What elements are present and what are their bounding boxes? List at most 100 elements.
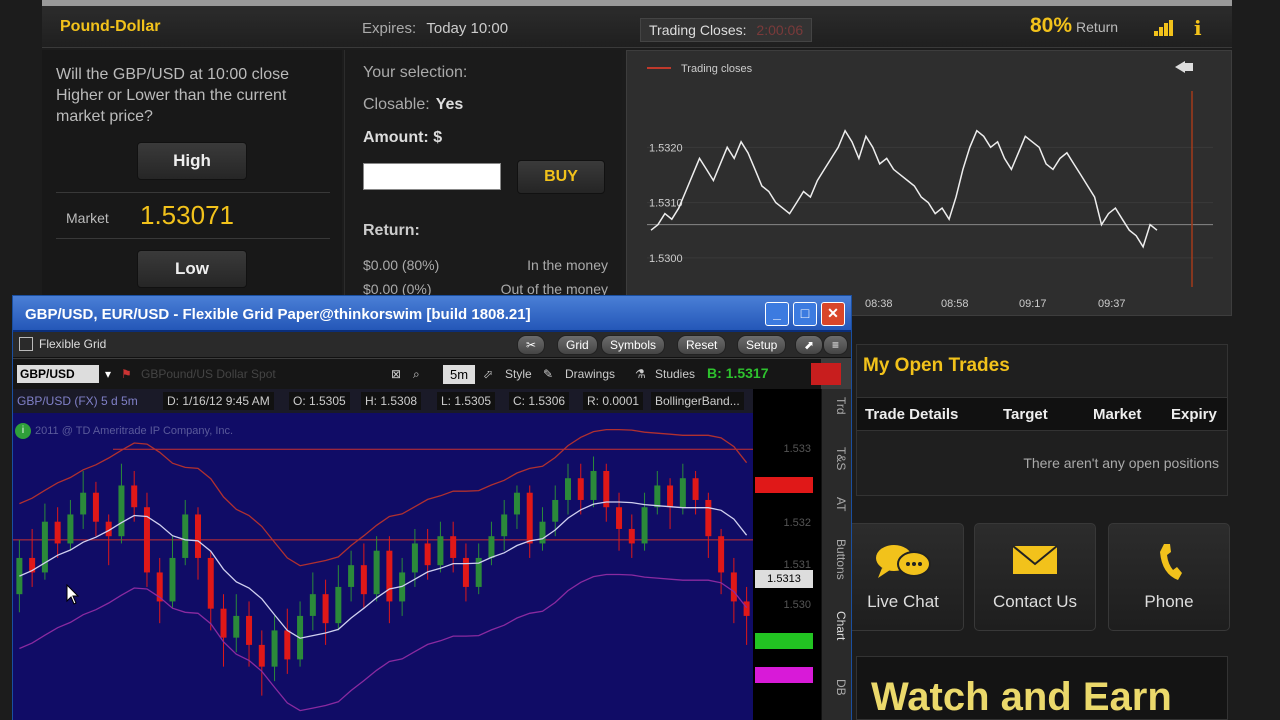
asset-header: Pound-Dollar Expires: Today 10:00 Tradin… [42,6,1232,48]
amount-input[interactable] [363,163,501,190]
tab-buttons[interactable]: Buttons [826,539,848,580]
reset-button[interactable]: Reset [677,335,727,355]
return-in-money: $0.00 (80%) In the money [363,257,608,273]
col-trade-details[interactable]: Trade Details [865,406,958,423]
closable-label: Closable: [363,96,430,113]
price-label: 1.533 [783,443,811,455]
style-icon[interactable]: ⬀ [483,365,493,384]
expires-label: Expires: [362,20,417,37]
timeframe-button[interactable]: 5m [443,365,475,384]
moving-average-line [19,501,748,639]
pin-icon[interactable]: ⬈ [795,335,824,355]
candle-body [679,478,686,508]
tab-trd[interactable]: Trd [826,397,848,415]
candle-body [169,557,176,602]
symbol-description: GBPound/US Dollar Spot [141,367,276,381]
alert-indicator[interactable] [811,363,841,385]
open-trades-title: My Open Trades [863,355,1010,376]
info-study: BollingerBand... [651,392,744,410]
return-title: Return: [363,222,420,239]
drawings-button[interactable]: Drawings [565,365,615,384]
phone-button[interactable]: Phone [1108,523,1230,631]
candle-body [271,630,278,667]
y-tick-label: 1.5300 [649,253,683,265]
studies-icon[interactable]: ⚗ [635,365,646,384]
zoom-icon[interactable]: ⌕ [413,365,420,384]
tab-at[interactable]: AT [826,497,848,511]
live-chat-label: Live Chat [867,592,939,611]
contact-us-label: Contact Us [992,592,1078,611]
grid-button[interactable]: Grid [557,335,598,355]
phone-label: Phone [1144,592,1194,611]
candlestick-svg[interactable] [13,413,753,720]
info-symbol: GBP/USD (FX) 5 d 5m [17,394,138,408]
upper-band-line [19,428,748,567]
flag-icon[interactable]: ⚑ [121,365,132,384]
crosshair-icon[interactable]: ⊠ [391,365,401,384]
maximize-button[interactable]: □ [793,302,817,326]
info-icon[interactable]: i [1194,16,1202,40]
tab-time-sales[interactable]: T&S [826,447,848,470]
banner-text: Watch and Earn [871,675,1172,719]
col-target[interactable]: Target [1003,406,1048,423]
style-button[interactable]: Style [505,365,532,384]
legend-label: Trading closes [681,63,753,75]
contact-us-button[interactable]: Contact Us [974,523,1096,631]
symbols-button[interactable]: Symbols [601,335,666,355]
tab-db[interactable]: DB [826,679,848,696]
candle-body [284,630,291,660]
low-button[interactable]: Low [137,250,247,288]
candle-body [16,557,23,595]
candlestick-chart[interactable]: i 2011 @ TD Ameritrade IP Company, Inc. [13,413,753,720]
mini-chart-svg: Trading closes 1.5320 1.5310 1.5300 08:38 08:… [647,61,1213,310]
grid-icon [19,337,33,351]
x-tick-label: 09:17 [1019,298,1047,310]
signal-bars-icon[interactable] [1154,20,1174,36]
col-market[interactable]: Market [1093,406,1141,423]
chart-symbol-bar: GBP/USD ▾ ⚑ GBPound/US Dollar Spot ⊠ ⌕ 5… [13,359,841,389]
close-button[interactable]: ✕ [821,302,845,326]
candle-body [118,485,125,537]
info-close: C: 1.5306 [509,392,570,410]
col-expiry[interactable]: Expiry [1171,406,1217,423]
minimize-button[interactable]: _ [765,302,789,326]
candle-body [220,608,227,638]
setup-button[interactable]: Setup [737,335,787,355]
live-chat-button[interactable]: Live Chat [842,523,964,631]
drawings-icon[interactable]: ✎ [543,365,553,384]
info-high: H: 1.5308 [361,392,422,410]
window-title: GBP/USD, EUR/USD - Flexible Grid Paper@t… [25,306,531,323]
return-in-value: $0.00 (80%) [363,257,440,273]
high-button[interactable]: High [137,142,247,180]
return-label: Return [1076,19,1119,35]
chat-bubbles-icon [843,540,963,584]
scissors-icon[interactable]: ✂ [517,335,546,355]
watch-and-earn-banner[interactable]: Watch and Earn [856,656,1228,720]
info-dot-icon[interactable]: i [15,423,31,439]
candle-body [424,543,431,566]
window-titlebar[interactable]: GBP/USD, EUR/USD - Flexible Grid Paper@t… [13,296,851,332]
y-tick-label: 1.5310 [649,198,683,210]
buy-button[interactable]: BUY [517,160,605,194]
return-in-label: In the money [527,257,608,273]
no-positions-message: There aren't any open positions [1023,455,1219,471]
flexible-grid-text: Flexible Grid [39,337,107,351]
candle-body [488,536,495,558]
candle-body [386,550,393,602]
dropdown-arrow-icon[interactable]: ▾ [105,365,111,384]
studies-button[interactable]: Studies [655,365,695,384]
phone-icon [1109,540,1229,584]
info-range: R: 0.0001 [583,392,644,410]
back-arrow-icon [1175,61,1193,73]
divider [56,238,330,239]
asset-title: Pound-Dollar [60,18,161,35]
candle-body [131,485,138,508]
side-tab-strip: Trd T&S AT Buttons Chart DB [821,389,851,720]
candle-body [233,615,240,638]
symbol-input[interactable]: GBP/USD [17,365,99,383]
tab-chart[interactable]: Chart [826,611,848,640]
price-axis[interactable]: 1.533 1.532 1.531 1.5313 1.530 [753,389,821,720]
menu-icon[interactable]: ≡ [823,335,849,355]
y-tick-label: 1.5320 [649,142,683,154]
flexible-grid-label: Flexible Grid [19,337,106,351]
